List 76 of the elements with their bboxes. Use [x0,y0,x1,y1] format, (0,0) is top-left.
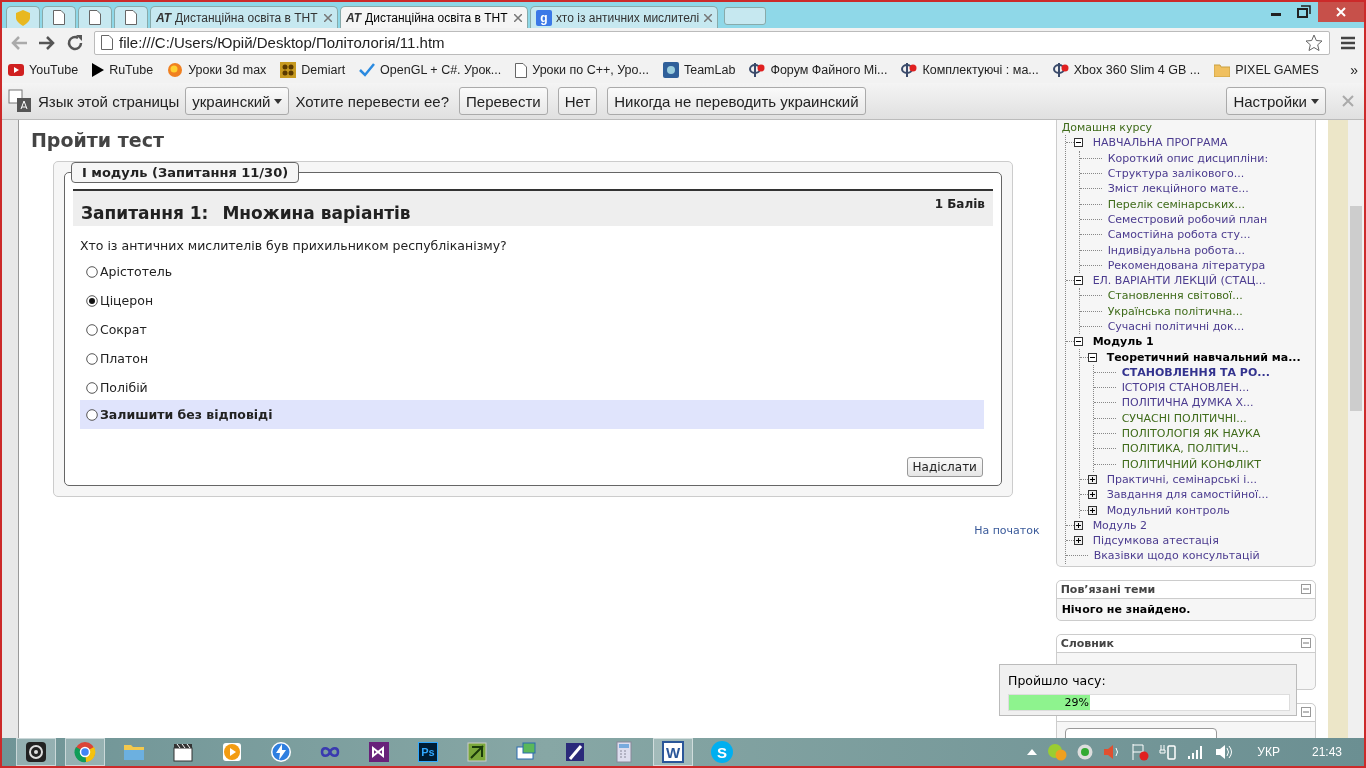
timer-label: Пройшло часу: [1008,673,1107,688]
tree-link[interactable]: Домашня курсу [1061,121,1153,135]
tree-link[interactable]: ПОЛІТИКА, ПОЛІТИЧ... [1121,442,1249,456]
site-logo: AT [346,10,362,25]
browser-tab[interactable]: g хто із античних мислителі [530,6,718,28]
question-text: Хто із античних мислителів був прихильником республіканізму? [79,238,508,253]
more-bookmarks-button[interactable]: » [1350,62,1358,78]
bookmark[interactable]: Уроки 3d max [167,62,267,78]
progress-reading: 29% [1063,695,1089,710]
tree-link[interactable]: ПОЛІТОЛОГІЯ ЯК НАУКА [1121,427,1261,441]
options-button[interactable]: Настройки [1226,87,1326,115]
translate-question: Хотите перевести ее? [295,92,449,110]
answer-label[interactable]: Платон [99,351,149,366]
tree-link[interactable]: Короткий опис дисципліни: [1107,151,1269,165]
panel-title: Пов’язані теми [1060,582,1156,596]
tree-link[interactable]: Рекомендована література [1107,258,1266,272]
tree-link[interactable]: ІСТОРІЯ СТАНОВЛЕН... [1121,381,1250,395]
site-logo: AT [156,10,172,25]
question-number: Запитання 1: [80,203,209,223]
translate-button[interactable]: Никогда не переводить украинский [607,87,866,115]
translate-button[interactable]: Нет [557,87,598,115]
tree-link[interactable]: ПОЛІТИЧНИЙ КОНФЛІКТ [1121,457,1262,471]
tree-link[interactable]: Сучасні політичні док... [1107,320,1245,333]
answer-label[interactable]: Полібій [99,380,148,395]
tree-link[interactable]: Практичні, семінарські і... [1106,472,1257,486]
answer-label[interactable]: Ціцерон [99,293,154,308]
tree-link[interactable]: Модульний контроль [1106,503,1230,517]
browser-tab[interactable]: AT Дистанційна освіта в ТНТ [340,6,528,28]
bookmark[interactable]: YouTube [8,63,79,77]
back-to-top-link[interactable]: На початок [974,524,1040,537]
tree-link[interactable]: СТАНОВЛЕННЯ ТА РО... [1121,365,1270,379]
answer-label[interactable]: Арістотель [99,264,172,279]
bookmark[interactable]: Xbox 360 Slim 4 GB ... [1052,62,1201,78]
submit-button[interactable]: Надіслати [906,457,983,477]
tree-link[interactable]: Підсумкова атестація [1092,534,1219,548]
bookmark[interactable]: Demiart [280,62,346,78]
tree-link[interactable]: ПОЛІТИЧНА ДУМКА Х... [1121,396,1254,410]
bookmark[interactable]: PIXEL GAMES [1214,63,1319,77]
panel-title: Словник [1060,636,1115,650]
tree-link[interactable]: Вказівки щодо консультацій [1093,549,1260,563]
tree-link[interactable]: Індивідуальна робота... [1107,243,1246,257]
answer-label[interactable]: Сократ [99,322,147,337]
tree-link[interactable]: Зміст лекційного мате... [1107,182,1249,196]
language-dropdown[interactable]: украинский [185,87,290,115]
bookmark[interactable]: Комплектуючі : ма... [901,62,1039,78]
site-logo: g [536,9,552,26]
tree-link[interactable]: ЕЛ. ВАРІАНТИ ЛЕКЦІЙ (СТАЦ... [1092,274,1266,288]
empty-message: Нічого не знайдено. [1060,601,1192,618]
translate-prompt: Язык этой страницы [38,92,180,110]
tree-link[interactable]: Структура залікового... [1107,167,1245,181]
tree-link[interactable]: Семестровий робочий план [1107,212,1268,226]
bookmark[interactable]: Уроки по C++, Уро... [515,62,649,78]
browser-tab[interactable]: AT Дистанційна освіта в ТНТ [150,6,338,28]
tree-link[interactable]: Модуль 1 [1092,335,1154,349]
tree-link[interactable]: НАВЧАЛЬНА ПРОГРАМА [1092,136,1228,150]
bookmark[interactable]: RuTube [92,63,154,77]
points-label: 1 Балів [934,197,985,211]
app-tile-icon[interactable]: W [662,741,684,763]
tree-link[interactable]: СУЧАСНІ ПОЛІТИЧНІ... [1121,411,1247,425]
translate-button[interactable]: Перевести [459,87,548,115]
tree-link[interactable]: Завдання для самостійної... [1106,488,1269,502]
bookmark[interactable]: OpenGL + C#. Урок... [359,63,502,77]
bookmark[interactable]: Форум Файного Мі... [749,62,888,78]
app-tile-icon[interactable]: Ps [418,742,438,762]
address-field[interactable]: file:///C:/Users/Юрій/Desktop/Політологія/11.htm [94,30,1330,55]
tree-link[interactable]: Модуль 2 [1092,518,1147,532]
bookmark[interactable]: TeamLab [662,62,736,78]
question-type: Множина варіантів [222,203,411,223]
tree-link[interactable]: Становлення світової... [1107,289,1243,303]
tree-link[interactable]: Українська політична... [1107,304,1243,318]
tree-link[interactable]: Теоретичний навчальний ма... [1106,350,1301,364]
tree-link[interactable]: Самостійна робота сту... [1107,228,1251,242]
tree-link[interactable]: Перелік семінарських... [1107,197,1246,211]
page-title: Пройти тест [30,129,165,151]
section-legend: I модуль (Запитання 11/30) [70,162,300,183]
answer-label[interactable]: Залишити без відповіді [99,407,273,422]
